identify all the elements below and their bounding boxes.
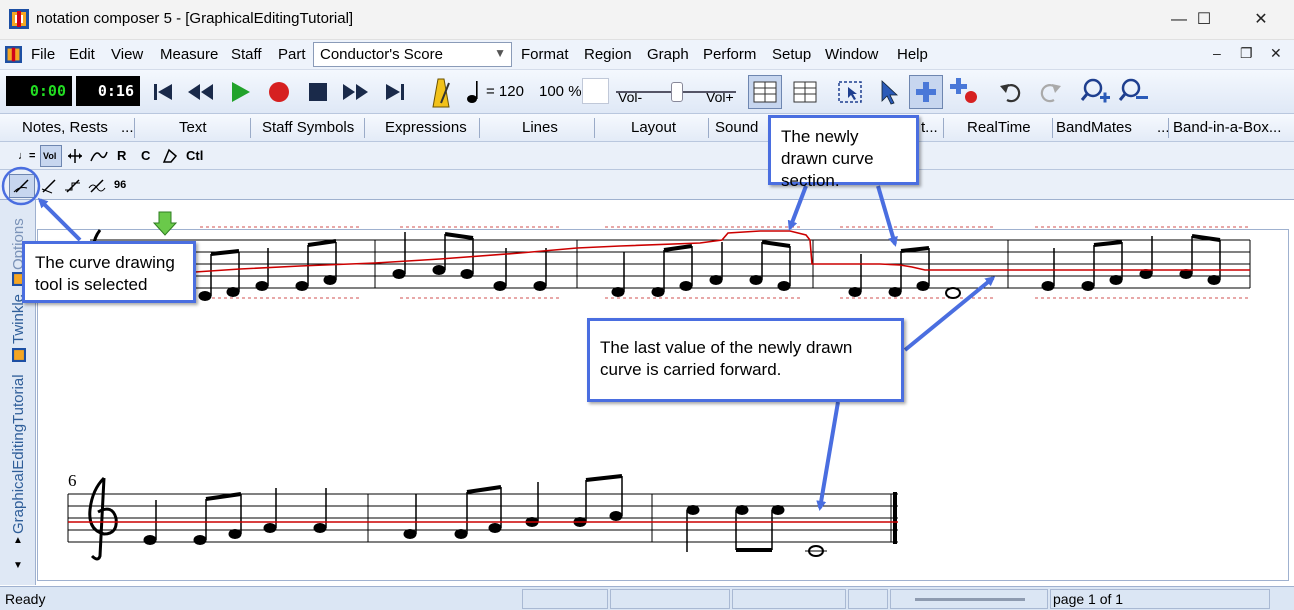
callout-carried-forward: The last value of the newly drawn curve … [587, 318, 904, 402]
status-panel [732, 589, 846, 609]
status-panel [610, 589, 730, 609]
notes-system-2 [143, 474, 827, 557]
status-panel [848, 589, 888, 609]
callout-new-section-text: The newly drawn curve section. [781, 127, 874, 190]
callout-carried-forward-text: The last value of the newly drawn curve … [600, 338, 853, 379]
callout-curve-tool: The curve drawing tool is selected [22, 241, 196, 303]
score-canvas[interactable]: 6 [0, 0, 1294, 610]
measure-number: 6 [68, 471, 77, 490]
status-bar: Ready page 1 of 1 [0, 586, 1294, 610]
callout-new-section: The newly drawn curve section. [768, 115, 919, 190]
playback-marker [152, 211, 178, 236]
status-page-panel: page 1 of 1 [1050, 589, 1270, 609]
status-page: page 1 of 1 [1053, 591, 1124, 607]
callout-curve-tool-text: The curve drawing tool is selected [35, 253, 175, 294]
status-ready: Ready [5, 591, 46, 607]
status-panel [522, 589, 608, 609]
horizontal-scroll-thumb[interactable] [915, 598, 1025, 601]
status-scroll-panel [890, 589, 1048, 609]
staff-system-2 [67, 492, 898, 544]
